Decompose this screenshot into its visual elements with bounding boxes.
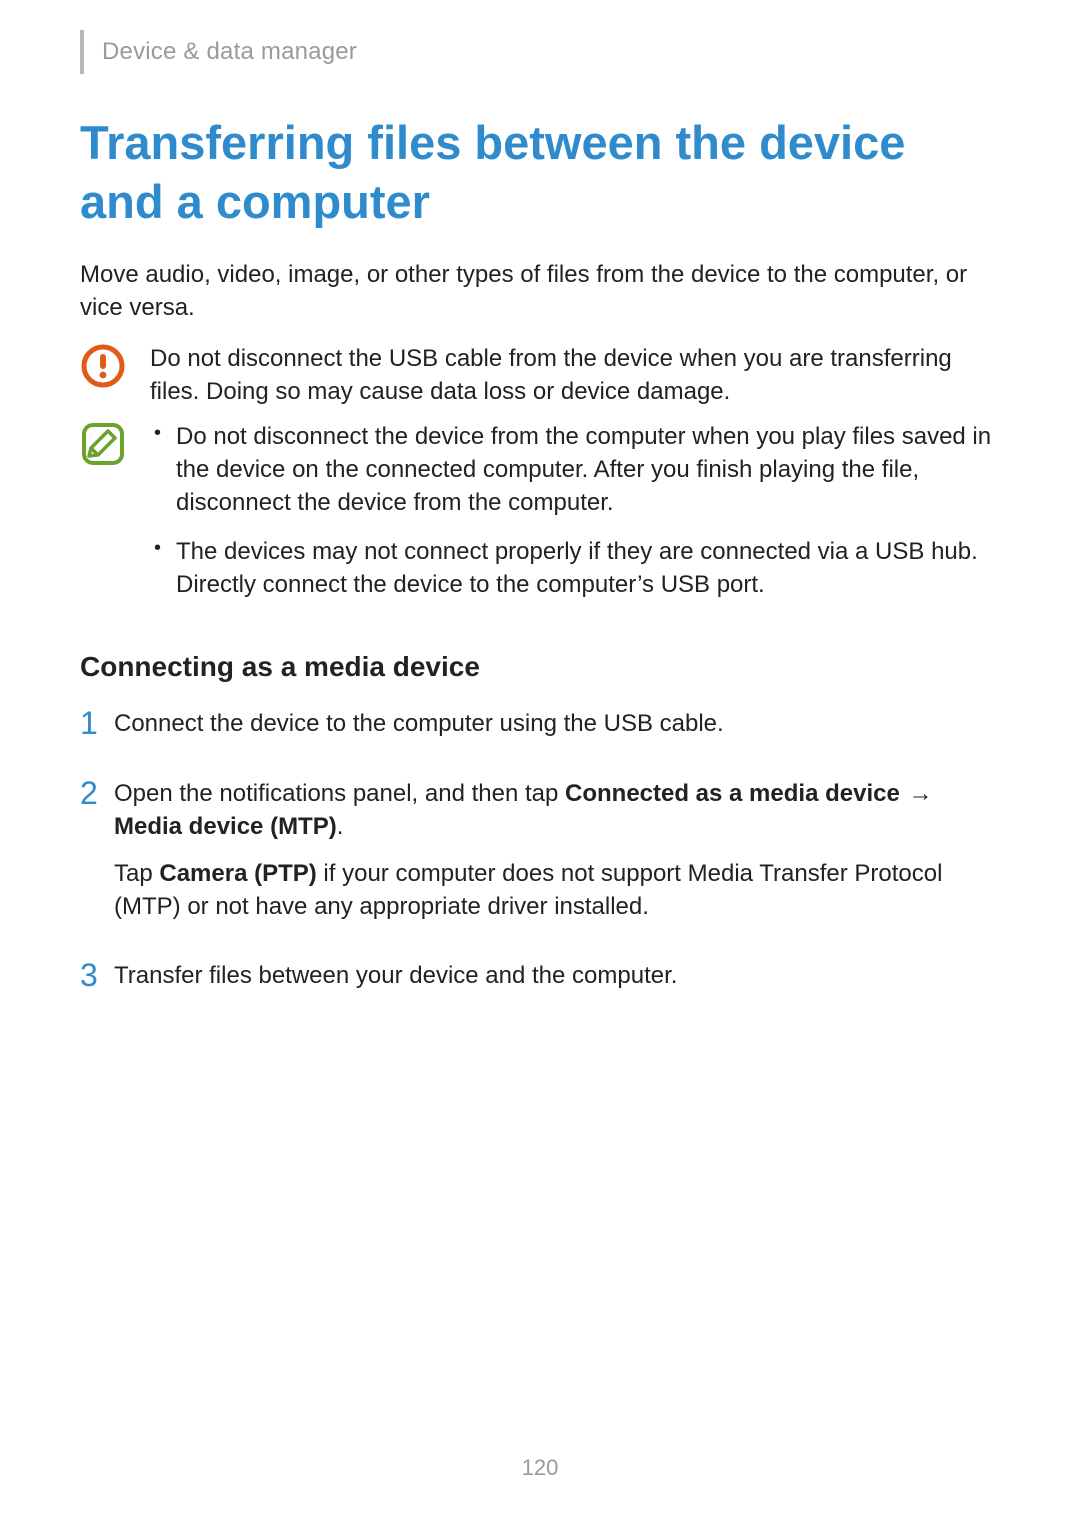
arrow-glyph: → (900, 780, 935, 807)
bold-fragment: Connected as a media device (565, 780, 900, 807)
text-fragment: Open the notifications panel, and then t… (114, 780, 565, 807)
manual-page: Device & data manager Transferring files… (0, 0, 1080, 1527)
step-2: 2 Open the notifications panel, and then… (80, 777, 1000, 937)
step-3: 3 Transfer files between your device and… (80, 959, 1000, 1006)
bold-fragment: Camera (PTP) (159, 860, 316, 887)
text-fragment: Tap (114, 860, 159, 887)
step-number: 2 (80, 777, 114, 811)
page-title: Transferring files between the device an… (80, 114, 1000, 232)
tips-list: Do not disconnect the device from the co… (150, 420, 1000, 602)
note-icon (80, 421, 134, 467)
step-1: 1 Connect the device to the computer usi… (80, 707, 1000, 754)
text-fragment: . (337, 813, 344, 840)
page-header: Device & data manager (80, 30, 1000, 74)
step-text-line2: Tap Camera (PTP) if your computer does n… (114, 857, 1000, 923)
step-body: Open the notifications panel, and then t… (114, 777, 1000, 937)
header-rule (80, 30, 84, 74)
warning-icon (80, 343, 134, 389)
breadcrumb: Device & data manager (102, 38, 357, 66)
page-number: 120 (0, 1455, 1080, 1481)
tip-item: Do not disconnect the device from the co… (150, 420, 1000, 519)
warning-text: Do not disconnect the USB cable from the… (150, 342, 1000, 408)
step-number: 3 (80, 959, 114, 993)
intro-paragraph: Move audio, video, image, or other types… (80, 258, 1000, 324)
step-text: Transfer files between your device and t… (114, 959, 1000, 992)
step-body: Connect the device to the computer using… (114, 707, 1000, 754)
warning-note: Do not disconnect the USB cable from the… (80, 342, 1000, 408)
step-text: Connect the device to the computer using… (114, 707, 1000, 740)
step-text-line1: Open the notifications panel, and then t… (114, 777, 1000, 843)
step-number: 1 (80, 707, 114, 741)
tips-list-container: Do not disconnect the device from the co… (150, 420, 1000, 618)
bold-fragment: Media device (MTP) (114, 813, 337, 840)
step-body: Transfer files between your device and t… (114, 959, 1000, 1006)
subheading: Connecting as a media device (80, 651, 1000, 683)
tip-item: The devices may not connect properly if … (150, 535, 1000, 601)
tips-note: Do not disconnect the device from the co… (80, 420, 1000, 618)
